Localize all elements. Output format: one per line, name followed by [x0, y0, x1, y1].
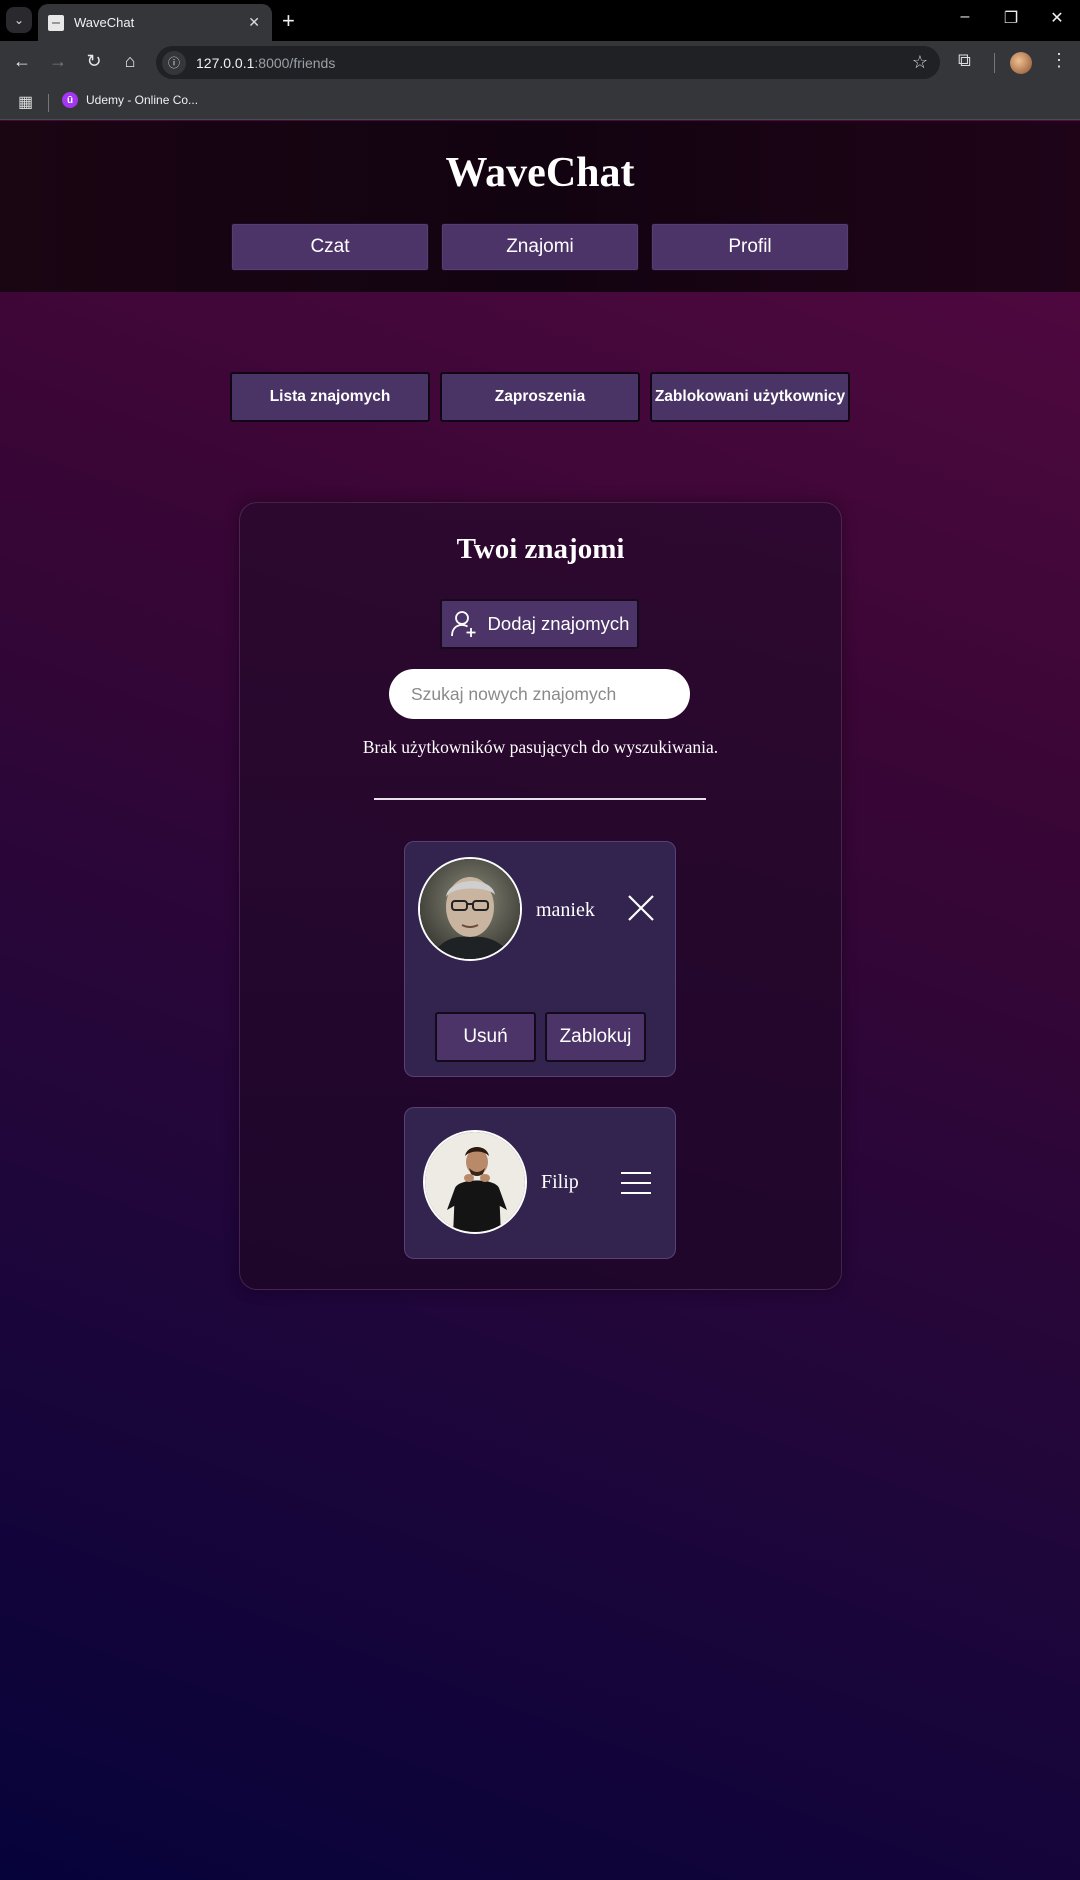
divider	[374, 798, 706, 800]
bookmark-udemy[interactable]: ū Udemy - Online Co...	[62, 92, 198, 108]
url-host: 127.0.0.1	[196, 54, 255, 71]
no-results-message: Brak użytkowników pasujących do wyszukiw…	[362, 737, 719, 757]
add-friends-label: Dodaj znajomych	[487, 613, 630, 634]
back-arrow-icon[interactable]: ←	[10, 51, 34, 72]
add-friends-button[interactable]: Dodaj znajomych	[440, 599, 639, 649]
nav-chat-button[interactable]: Czat	[231, 223, 429, 271]
friend-name: maniek	[536, 899, 595, 921]
avatar	[418, 857, 522, 961]
browser-menu-icon[interactable]: ⋮	[1050, 50, 1068, 71]
card-title: Twoi znajomi	[456, 533, 625, 565]
hamburger-menu-icon[interactable]	[619, 1170, 653, 1196]
app-header: WaveChat Czat Znajomi Profil	[0, 121, 1080, 292]
remove-friend-button[interactable]: Usuń	[435, 1012, 536, 1062]
tab-title: WaveChat	[74, 15, 135, 30]
browser-tab[interactable]: WaveChat ✕	[38, 4, 272, 41]
url-path: :8000/friends	[254, 54, 336, 71]
forward-arrow-icon[interactable]: →	[46, 51, 70, 72]
udemy-logo-icon: ū	[62, 92, 78, 108]
friends-card: Twoi znajomi Dodaj znajomych Brak użytko…	[239, 502, 842, 1290]
apps-grid-icon[interactable]: ▦	[18, 92, 33, 112]
tab-close-icon[interactable]: ✕	[248, 14, 260, 31]
browser-toolbar: ← → ↻ ⌂ ⓘ 127.0.0.1:8000/friends ☆ ⧉ ⋮	[0, 41, 1080, 84]
reload-icon[interactable]: ↻	[82, 51, 106, 72]
brand-title: WaveChat	[445, 150, 635, 196]
friend-card: maniek Usuń Zablokuj	[404, 841, 676, 1077]
new-tab-plus-icon[interactable]: +	[282, 8, 295, 34]
bookmarks-bar: ▦ ū Udemy - Online Co...	[0, 84, 1080, 120]
bookmark-label: Udemy - Online Co...	[86, 93, 199, 107]
tab-blocked-users[interactable]: Zablokowani użytkownicy	[650, 372, 850, 422]
address-bar[interactable]: ⓘ 127.0.0.1:8000/friends ☆	[156, 46, 940, 79]
minimize-icon[interactable]: –	[950, 8, 980, 26]
block-friend-button[interactable]: Zablokuj	[545, 1012, 646, 1062]
add-user-icon	[450, 611, 476, 637]
tab-friends-list[interactable]: Lista znajomych	[230, 372, 430, 422]
search-friends-input[interactable]	[389, 669, 690, 719]
profile-avatar[interactable]	[1010, 52, 1032, 74]
page-favicon-icon	[48, 14, 64, 31]
bookmark-star-icon[interactable]: ☆	[912, 52, 928, 73]
site-info-icon[interactable]: ⓘ	[162, 50, 186, 75]
extensions-puzzle-icon[interactable]: ⧉	[958, 50, 971, 71]
friend-name: Filip	[541, 1171, 579, 1193]
friend-card: Filip	[404, 1107, 676, 1259]
toolbar-divider	[994, 53, 995, 73]
tab-invitations[interactable]: Zaproszenia	[440, 372, 640, 422]
restore-icon[interactable]: ❐	[996, 8, 1026, 28]
avatar	[423, 1130, 527, 1234]
nav-profile-button[interactable]: Profil	[651, 223, 849, 271]
tab-search-chevron-icon[interactable]: ⌄	[6, 7, 32, 33]
bookmarks-divider	[48, 94, 49, 112]
nav-friends-button[interactable]: Znajomi	[441, 223, 639, 271]
close-icon[interactable]	[625, 892, 657, 924]
main-nav: Czat Znajomi Profil	[230, 223, 850, 271]
window-close-icon[interactable]: ✕	[1042, 8, 1072, 28]
home-icon[interactable]: ⌂	[118, 51, 142, 72]
browser-tabbar: ⌄ WaveChat ✕ + – ❐ ✕	[0, 0, 1080, 41]
friends-sub-nav: Lista znajomych Zaproszenia Zablokowani …	[230, 372, 850, 422]
